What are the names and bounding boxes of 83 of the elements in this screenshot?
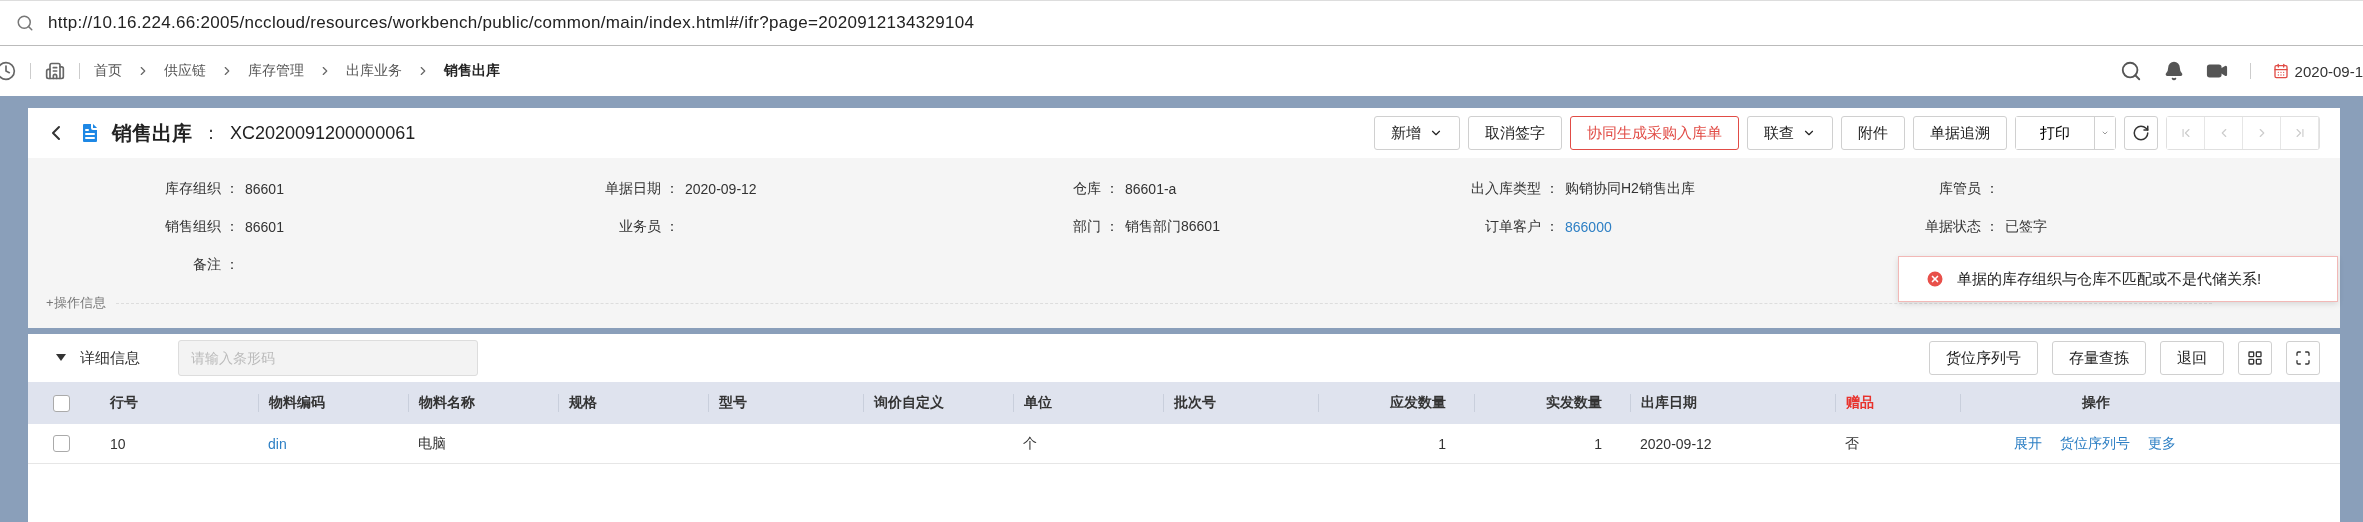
field-label: 单据日期 ：: [604, 180, 680, 198]
building-icon[interactable]: [45, 61, 65, 81]
fullscreen-icon: [2295, 350, 2311, 366]
date-text: 2020-09-1: [2272, 62, 2363, 80]
breadcrumb-link[interactable]: 供应链: [164, 62, 206, 80]
table-cell-text: 电脑: [417, 434, 447, 453]
field-value: 86601-a: [1125, 181, 1177, 197]
field-label: 库存组织 ：: [164, 180, 240, 198]
clock-icon[interactable]: [0, 61, 16, 81]
field-value: 2020-09-12: [685, 181, 757, 197]
column-header: 赠品: [1835, 394, 1960, 412]
action-button[interactable]: 货位序列号: [1929, 341, 2038, 375]
detail-toggle[interactable]: 详细信息: [56, 348, 140, 368]
caret-icon: [56, 354, 66, 362]
field-label: 仓库 ：: [1072, 180, 1120, 198]
search-icon: [16, 14, 34, 32]
grid-view-button[interactable]: [2238, 341, 2272, 375]
fullscreen-button[interactable]: [2286, 341, 2320, 375]
column-header: 实发数量: [1474, 394, 1630, 412]
field-value: 已签字: [2005, 218, 2047, 236]
field-value: 销售部门86601: [1125, 218, 1220, 236]
grid-icon: [2247, 350, 2263, 366]
column-header: 询价自定义: [863, 394, 1013, 412]
breadcrumb-link[interactable]: 销售出库: [444, 62, 500, 80]
table-cell-text: 2020-09-12: [1639, 435, 1713, 452]
checkbox[interactable]: [52, 394, 70, 412]
field-label: 订单客户 ：: [1484, 218, 1560, 236]
address-bar[interactable]: http://10.16.224.66:2005/nccloud/resources/workbench/public/common/main/index.html#/ifr?page=2020912134329104: [0, 0, 2363, 46]
field-label: 销售组织 ：: [164, 218, 240, 236]
customer-link[interactable]: 866000: [1565, 219, 1612, 235]
page-title: 销售出库: [112, 120, 192, 146]
field-label: 业务员 ：: [618, 218, 680, 236]
action-link[interactable]: 更多: [2148, 434, 2176, 453]
column-header: 物料编码: [258, 394, 408, 412]
action-link[interactable]: 展开: [2014, 434, 2042, 453]
column-header: 出库日期: [1630, 394, 1835, 412]
action-button[interactable]: 附件: [1841, 116, 1905, 150]
column-header: 规格: [558, 394, 708, 412]
field-label: 出入库类型 ：: [1470, 180, 1560, 198]
action-link[interactable]: 货位序列号: [2060, 434, 2130, 453]
calendar-icon: [2272, 63, 2289, 79]
action-button[interactable]: 取消签字: [1468, 116, 1562, 150]
toast-message: 单据的库存组织与仓库不匹配或不是代储关系!: [1957, 269, 2262, 289]
table-cell-text: 10: [109, 435, 127, 452]
document-code: XC2020091200000061: [230, 122, 416, 144]
dropdown-button[interactable]: 联查: [1747, 116, 1833, 150]
refresh-button[interactable]: [2124, 116, 2158, 150]
column-header: 操作: [1960, 394, 2230, 412]
url-text: http://10.16.224.66:2005/nccloud/resources/workbench/public/common/main/index.html#/ifr?page=2020912134329104: [48, 13, 975, 33]
column-header: 行号: [109, 394, 139, 412]
column-header: 应发数量: [1318, 394, 1474, 412]
breadcrumb-link[interactable]: 库存管理: [248, 62, 304, 80]
column-header: 物料名称: [408, 394, 558, 412]
field-label: 库管员 ：: [1938, 180, 2000, 198]
separator-text: ：: [202, 122, 220, 145]
table-cell-text: 否: [1844, 434, 1860, 453]
action-button[interactable]: 单据追溯: [1913, 116, 2007, 150]
action-button[interactable]: 存量查拣: [2052, 341, 2146, 375]
field-label: 备注 ：: [192, 256, 240, 274]
dropdown-button[interactable]: 新增: [1374, 116, 1460, 150]
print-button[interactable]: 打印: [2016, 117, 2095, 149]
bell-icon[interactable]: [2163, 61, 2184, 81]
field-value: 86601: [245, 219, 284, 235]
column-header: 批次号: [1163, 394, 1318, 412]
error-icon: [1925, 269, 1945, 289]
breadcrumb-link[interactable]: 首页: [94, 62, 122, 80]
field-value: 购销协同H2销售出库: [1565, 180, 1695, 198]
search-icon[interactable]: [2119, 60, 2142, 82]
table-cell-text: 1: [1437, 435, 1447, 452]
checkbox[interactable]: [52, 435, 70, 452]
column-header: 单位: [1013, 394, 1163, 412]
field-label: 单据状态 ：: [1924, 218, 2000, 236]
table-cell-text: 1: [1593, 435, 1603, 452]
field-label: 部门 ：: [1072, 218, 1120, 236]
action-button[interactable]: 退回: [2160, 341, 2224, 375]
refresh-icon: [2132, 124, 2150, 142]
material-link[interactable]: din: [258, 435, 408, 452]
field-value: 86601: [245, 181, 284, 197]
operation-info-link[interactable]: +操作信息: [46, 294, 106, 312]
breadcrumb-link[interactable]: 出库业务: [346, 62, 402, 80]
column-header: 型号: [708, 394, 863, 412]
table-cell-text: 个: [1022, 434, 1038, 453]
action-button[interactable]: 协同生成采购入库单: [1570, 116, 1739, 150]
